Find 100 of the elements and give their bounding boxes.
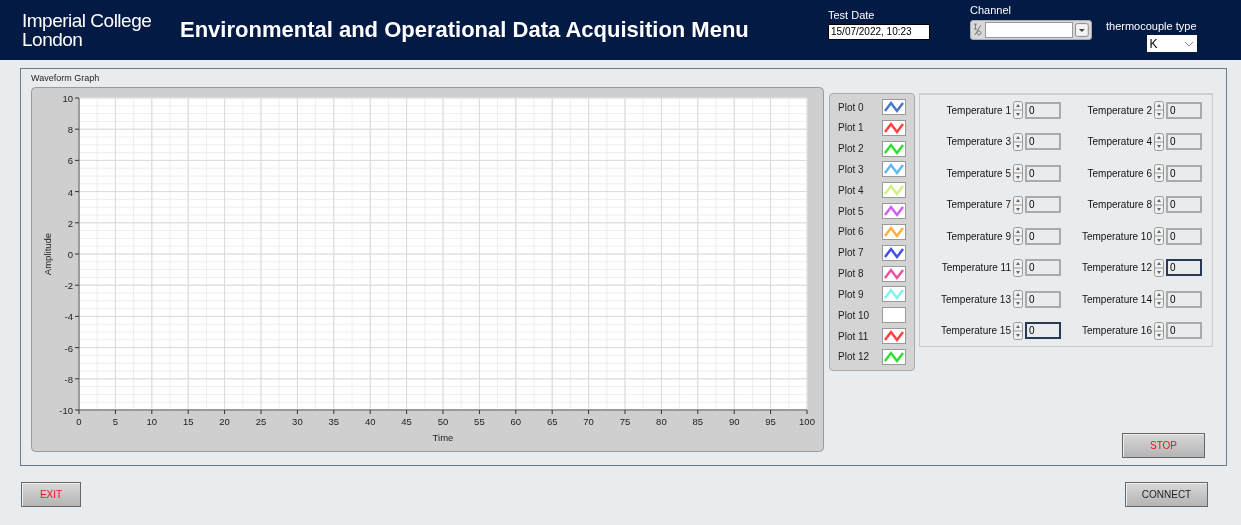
- temperature-field[interactable]: 0: [1166, 101, 1202, 119]
- line-swatch-icon[interactable]: [882, 119, 906, 136]
- spinner-icon[interactable]: [1154, 101, 1164, 119]
- spinner-icon[interactable]: [1013, 321, 1023, 340]
- temperature-field[interactable]: 0: [1166, 227, 1202, 245]
- temperature-field[interactable]: 0: [1025, 196, 1061, 214]
- spinner-icon[interactable]: [1013, 132, 1023, 151]
- temperature-field[interactable]: 0: [1166, 196, 1202, 214]
- temperature-label: Temperature 1: [946, 104, 1011, 116]
- legend-label: Plot 11: [838, 330, 869, 342]
- tick-label: 75: [619, 416, 631, 427]
- tick-label: 60: [510, 416, 522, 427]
- line-swatch-icon[interactable]: [882, 307, 906, 324]
- spinner-icon[interactable]: [1154, 321, 1164, 340]
- temperature-field[interactable]: 0: [1166, 290, 1202, 308]
- tick-label: -8: [64, 373, 73, 385]
- legend-label: Plot 5: [838, 205, 864, 217]
- tick-label: 15: [182, 416, 194, 427]
- io-icon: [973, 23, 983, 37]
- spinner-icon[interactable]: [1154, 227, 1164, 246]
- tick-label: -4: [64, 311, 73, 323]
- legend-label: Plot 3: [838, 164, 864, 175]
- field-label: Channel: [970, 4, 1012, 16]
- date-field[interactable]: 15/07/2022, 10:23: [828, 23, 930, 40]
- tick-label: -6: [64, 342, 73, 354]
- line-swatch-icon[interactable]: [882, 182, 906, 199]
- temperature-field[interactable]: 0: [1025, 259, 1061, 277]
- temperature-label: Temperature 8: [1087, 199, 1152, 211]
- thermocouple-select[interactable]: K: [1146, 35, 1197, 52]
- tick-label: -2: [64, 280, 73, 292]
- spinner-icon[interactable]: [1013, 227, 1023, 246]
- spinner-icon[interactable]: [1013, 290, 1023, 309]
- tick-label: 95: [765, 416, 776, 427]
- tick-label: 85: [692, 416, 704, 427]
- tick-label: 65: [546, 416, 558, 427]
- temperature-field[interactable]: 0: [1025, 133, 1061, 151]
- line-swatch-icon[interactable]: [882, 244, 906, 261]
- legend-label: Plot 8: [838, 268, 864, 280]
- line-swatch-icon[interactable]: [882, 348, 906, 365]
- tick-label: -10: [59, 405, 73, 416]
- tick-label: 4: [67, 186, 73, 198]
- chevron-icon: [1183, 40, 1194, 47]
- line-swatch-icon[interactable]: [882, 99, 906, 115]
- window-title: Environmental and Operational Data Acquisition Menu: [180, 17, 750, 43]
- temperature-label: Temperature 16: [1081, 325, 1152, 337]
- temperature-field[interactable]: 0: [1025, 101, 1061, 119]
- temperature-label: Temperature 6: [1087, 167, 1152, 179]
- dropdown-icon[interactable]: [1075, 23, 1089, 37]
- temperature-label: Temperature 14: [1081, 293, 1152, 305]
- temperature-label: Temperature 7: [946, 199, 1011, 211]
- line-swatch-icon[interactable]: [882, 223, 906, 240]
- tick-label: 25: [255, 416, 267, 427]
- tick-label: 30: [292, 416, 303, 427]
- legend-label: Plot 10: [838, 309, 870, 321]
- temperature-field[interactable]: 0: [1025, 322, 1061, 340]
- logo-text: Imperial College London: [22, 11, 153, 49]
- connect-button[interactable]: CONNECT: [1125, 482, 1208, 507]
- spinner-icon[interactable]: [1013, 101, 1023, 119]
- spinner-icon[interactable]: [1013, 258, 1023, 277]
- spinner-icon[interactable]: [1013, 164, 1023, 183]
- tick-label: 55: [474, 416, 485, 427]
- spinner-icon[interactable]: [1154, 258, 1164, 277]
- graph-title: Waveform Graph: [31, 73, 101, 83]
- tick-label: 0: [67, 249, 73, 260]
- tick-label: 50: [437, 416, 449, 427]
- temperature-field[interactable]: 0: [1025, 164, 1061, 182]
- spinner-icon[interactable]: [1013, 195, 1023, 214]
- temperature-label: Temperature 4: [1087, 136, 1152, 148]
- line-swatch-icon[interactable]: [882, 265, 906, 282]
- temperature-field[interactable]: 0: [1166, 164, 1202, 182]
- line-swatch-icon[interactable]: [882, 203, 906, 220]
- temperature-field[interactable]: 0: [1166, 133, 1202, 151]
- tick-label: 8: [67, 124, 73, 136]
- spinner-icon[interactable]: [1154, 290, 1164, 309]
- tick-label: 80: [656, 416, 667, 427]
- temperature-field[interactable]: 0: [1166, 259, 1202, 277]
- tick-label: 20: [219, 416, 230, 427]
- tick-label: 40: [364, 416, 376, 427]
- legend-label: Plot 6: [838, 226, 864, 238]
- line-swatch-icon[interactable]: [882, 161, 906, 178]
- temperature-label: Temperature 13: [940, 293, 1011, 305]
- legend-label: Plot 2: [838, 143, 864, 155]
- temperature-field[interactable]: 0: [1025, 227, 1061, 245]
- temperature-field[interactable]: 0: [1025, 290, 1061, 308]
- line-swatch-icon[interactable]: [882, 286, 906, 303]
- legend-label: Plot 7: [838, 247, 864, 259]
- temperature-label: Temperature 3: [946, 136, 1011, 148]
- legend-label: Plot 4: [838, 184, 864, 196]
- spinner-icon[interactable]: [1154, 164, 1164, 183]
- line-swatch-icon[interactable]: [882, 140, 906, 157]
- legend-label: Plot 0: [838, 101, 864, 113]
- axis-label: Amplitude: [42, 232, 53, 276]
- line-swatch-icon[interactable]: [882, 328, 906, 345]
- tick-label: 70: [583, 416, 594, 427]
- legend-label: Plot 1: [838, 122, 864, 134]
- spinner-icon[interactable]: [1154, 132, 1164, 151]
- temperature-label: Temperature 11: [941, 262, 1011, 274]
- temperature-field[interactable]: 0: [1166, 322, 1202, 340]
- spinner-icon[interactable]: [1154, 195, 1164, 214]
- tick-label: 45: [401, 416, 412, 427]
